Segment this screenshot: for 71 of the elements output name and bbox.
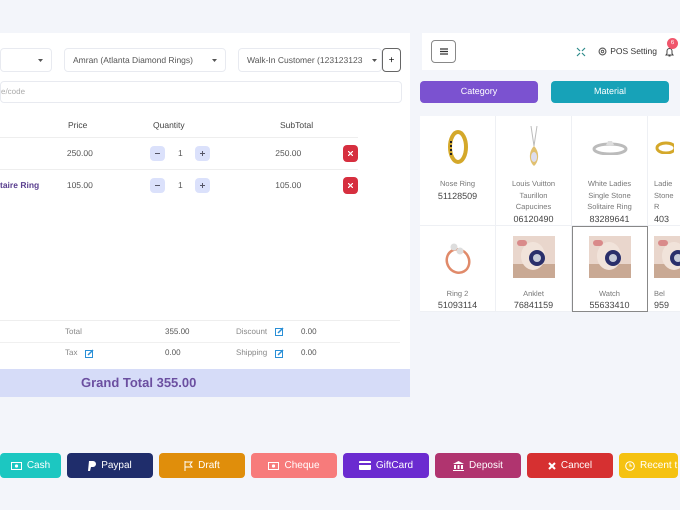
total-label: Shipping xyxy=(236,347,268,359)
bank-icon xyxy=(453,460,464,470)
price-cell: 105.00 xyxy=(66,180,93,190)
product-code: 51093114 xyxy=(438,299,478,311)
column-header: Price xyxy=(68,120,88,130)
product-code: 76841159 xyxy=(514,299,554,311)
delete-button[interactable] xyxy=(343,176,358,194)
edit-icon[interactable] xyxy=(275,348,284,358)
total-value: 0.00 xyxy=(301,347,317,359)
increase-button[interactable] xyxy=(195,178,210,192)
settings-icon xyxy=(598,47,608,56)
paypal-icon xyxy=(88,460,96,470)
search-field[interactable]: e/code xyxy=(0,80,402,102)
menu-icon xyxy=(440,48,448,55)
ring-icon xyxy=(592,139,628,155)
ring-icon xyxy=(654,140,674,154)
total-value: 0.00 xyxy=(301,326,317,338)
edit-icon[interactable] xyxy=(85,348,94,358)
delete-button[interactable] xyxy=(343,144,358,162)
total-label: Tax xyxy=(65,347,78,359)
bell-icon[interactable] xyxy=(665,46,674,56)
quantity-value: 1 xyxy=(177,146,184,160)
quantity-value: 1 xyxy=(177,178,184,192)
edit-icon[interactable] xyxy=(275,327,284,336)
close-icon xyxy=(348,182,354,188)
product-code: 55633410 xyxy=(589,299,630,311)
price-cell: 250.00 xyxy=(66,148,93,158)
dropdown-select[interactable]: Amran (Atlanta Diamond Rings) xyxy=(64,48,226,72)
caret-icon xyxy=(212,58,217,62)
add-customer-button[interactable]: + xyxy=(382,48,401,72)
pos-setting-button[interactable]: POS Setting xyxy=(598,45,657,58)
column-header: SubTotal xyxy=(280,120,314,130)
caret-icon xyxy=(38,58,43,62)
close-icon xyxy=(348,150,354,156)
fullscreen-icon[interactable] xyxy=(576,46,586,56)
clock-icon xyxy=(625,460,635,470)
product-code: 959 xyxy=(654,299,670,311)
increase-button[interactable] xyxy=(195,146,210,160)
total-label: Total xyxy=(65,326,82,338)
subtotal-cell: 105.00 xyxy=(275,180,302,190)
product-code: 403 xyxy=(654,212,670,224)
total-value: 0.00 xyxy=(165,347,181,359)
total-label: Discount xyxy=(236,326,268,338)
caret-icon xyxy=(372,58,377,62)
minus-icon xyxy=(155,152,160,154)
product-code: 51128509 xyxy=(438,190,478,202)
card-icon xyxy=(358,461,371,470)
decrease-button[interactable] xyxy=(150,146,166,160)
close-icon xyxy=(548,462,556,470)
column-header: Quantity xyxy=(153,120,185,130)
product-code: 83289641 xyxy=(589,212,630,224)
filter-button[interactable]: Category xyxy=(420,81,538,103)
money-icon xyxy=(268,462,280,470)
payment-button[interactable]: GiftCard xyxy=(343,453,429,478)
dropdown-select[interactable]: Walk-In Customer (123123123 xyxy=(238,48,382,72)
minus-icon xyxy=(155,184,160,186)
decrease-button[interactable] xyxy=(150,178,166,192)
flag-icon xyxy=(184,460,194,470)
grand-total: Grand Total 355.00 xyxy=(81,374,196,392)
product-code: 06120490 xyxy=(513,212,554,224)
payment-button[interactable]: Deposit xyxy=(435,453,521,478)
menu-button[interactable] xyxy=(431,40,456,63)
money-icon xyxy=(10,462,22,470)
payment-button[interactable]: Cancel xyxy=(527,453,613,478)
subtotal-cell: 250.00 xyxy=(275,148,302,158)
hoop-earring-icon xyxy=(446,129,468,165)
payment-button[interactable]: Paypal xyxy=(67,453,153,478)
total-value: 355.00 xyxy=(165,326,190,338)
plus-icon xyxy=(200,182,206,188)
plus-icon xyxy=(200,150,206,156)
product-name: taire Ring xyxy=(0,180,40,190)
